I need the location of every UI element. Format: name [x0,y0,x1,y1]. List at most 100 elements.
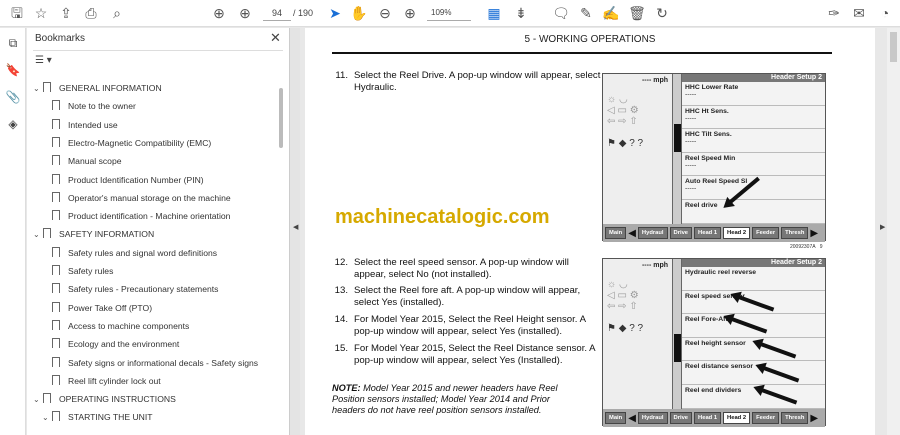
tab-feeder[interactable]: Feeder [752,227,780,239]
scrollbar-thumb[interactable] [674,334,681,362]
chevron-down-icon[interactable]: ⌄ [42,409,52,427]
tab-head-1[interactable]: Head 1 [694,412,722,424]
tab-drive[interactable]: Drive [669,412,693,424]
select-cursor-icon[interactable]: ➤ [326,4,344,22]
bookmark-item[interactable]: ⌄ STARTING THE UNIT [42,408,153,426]
bookmark-flag-icon [52,283,60,294]
zoom-in-icon[interactable]: ⊕ [401,4,419,22]
setting-row[interactable]: HHC Tilt Sens. ----- [682,129,825,153]
chevron-down-icon[interactable]: ⌄ [33,391,43,409]
bookmark-item[interactable]: Product Identification Number (PIN) [42,171,204,189]
bookmark-label: SAFETY INFORMATION [59,229,155,240]
bookmark-item[interactable]: ⌄ OPERATING INSTRUCTIONS [33,390,176,408]
save-icon[interactable]: 🖫 [8,4,26,22]
tab-head-2[interactable]: Head 2 [723,227,751,239]
setting-row[interactable]: HHC Lower Rate ----- [682,82,825,106]
setting-row[interactable]: Reel drive [682,200,825,224]
rotate-icon[interactable]: ↻ [653,4,671,22]
list-scrollbar[interactable] [673,74,682,224]
tab-hydraul[interactable]: Hydraul [637,227,668,239]
scrollbar-thumb[interactable] [674,124,681,152]
expand-right-arrow-icon[interactable]: ▶ [880,223,885,231]
speed-readout: ---- mph [641,77,668,84]
setting-value: ----- [685,114,697,122]
tab-head-1[interactable]: Head 1 [694,227,722,239]
setting-label: HHC Tilt Sens. [685,131,732,139]
bookmark-star-icon[interactable]: ☆ [32,4,50,22]
bookmark-item[interactable]: ⌄ GENERAL INFORMATION [33,79,162,97]
setting-row[interactable]: Reel Speed Min ----- [682,153,825,177]
bookmark-item[interactable]: Electro-Magnetic Compatibility (EMC) [42,134,211,152]
zoom-out-icon[interactable]: ⊖ [376,4,394,22]
panel-scrollbar[interactable] [279,88,283,148]
tab-hydraul[interactable]: Hydraul [637,412,668,424]
tab-left-arrow-icon[interactable]: ◀ [628,413,636,424]
delete-icon[interactable]: 🗑 [628,4,646,22]
bookmark-item[interactable]: Safety signs or informational decals - S… [42,354,258,372]
comment-icon[interactable]: 🗨 [552,4,570,22]
scrollbar-thumb[interactable] [890,32,897,62]
tab-thresh[interactable]: Thresh [781,412,809,424]
tab-main[interactable]: Main [605,412,627,424]
page-number-input[interactable]: 94 [263,5,291,21]
tab-head-2[interactable]: Head 2 [723,412,751,424]
bookmark-item[interactable]: Ecology and the environment [42,335,179,353]
bookmark-item[interactable]: Safety rules - Precautionary statements [42,280,218,298]
scroll-mode-icon[interactable]: ⇟ [512,4,530,22]
bookmark-item[interactable]: Product identification - Machine orienta… [42,207,230,225]
setting-row[interactable]: Hydraulic reel reverse [682,267,825,291]
bookmark-item[interactable]: Manual scope [42,152,122,170]
bookmark-item[interactable]: Operator's manual storage on the machine [42,189,231,207]
tab-left-arrow-icon[interactable]: ◀ [628,228,636,239]
chevron-down-icon[interactable]: ⌄ [33,226,43,244]
tab-feeder[interactable]: Feeder [752,412,780,424]
fill-sign-icon[interactable]: ✑ [825,4,843,22]
upload-cloud-icon[interactable]: ⇪ [57,4,75,22]
print-icon[interactable]: ⎙ [82,4,100,22]
pen-icon[interactable]: ✎ [577,4,595,22]
bookmark-item[interactable]: Reel lift cylinder lock out [42,372,161,390]
setting-value: ----- [685,138,697,146]
tab-right-arrow-icon[interactable]: ▶ [810,228,818,239]
sign-icon[interactable]: ✍ [602,4,620,22]
setting-row[interactable]: HHC Ht Sens. ----- [682,106,825,130]
step-number: 13. [334,285,348,296]
layers-icon[interactable]: ◈ [5,117,21,133]
collapse-arrow-icon[interactable]: ◀ [293,223,298,231]
bookmark-item[interactable]: Intended use [42,116,118,134]
next-page-icon[interactable]: ⊕ [236,4,254,22]
bookmark-flag-icon [52,118,60,129]
previous-page-icon[interactable]: ⊕ [210,4,228,22]
page-thumbnails-icon[interactable]: ⧉ [5,36,21,52]
bookmark-options-icon[interactable]: ☰ ▾ [35,55,52,66]
tab-main[interactable]: Main [605,227,627,239]
attachments-icon[interactable]: 📎 [5,90,21,106]
tab-drive[interactable]: Drive [669,227,693,239]
hand-tool-icon[interactable]: ✋ [350,4,368,22]
bookmark-item[interactable]: ⌄ SAFETY INFORMATION [33,225,154,243]
zoom-select[interactable]: 109% [427,5,471,21]
search-icon[interactable]: ⌕ [108,4,126,22]
bookmark-item[interactable]: Power Take Off (PTO) [42,299,152,317]
account-icon[interactable]: ◔ [876,4,894,22]
tab-thresh[interactable]: Thresh [781,227,809,239]
panel-splitter[interactable]: ◀ [289,28,300,435]
bookmark-item[interactable]: Note to the owner [42,97,136,115]
bookmarks-icon[interactable]: 🔖 [5,63,21,79]
tab-right-arrow-icon[interactable]: ▶ [810,413,818,424]
list-scrollbar[interactable] [673,259,682,409]
setting-label: HHC Lower Rate [685,84,739,91]
bookmark-flag-icon [52,136,60,147]
fit-page-icon[interactable]: ▦ [485,4,503,22]
step-number: 12. [334,257,348,268]
close-icon[interactable]: ✕ [270,30,281,46]
bookmark-item[interactable]: Access to machine components [42,317,189,335]
figure-id: 20092307A [790,244,816,250]
setting-row[interactable]: Reel distance sensor [682,361,825,385]
chevron-down-icon[interactable]: ⌄ [33,80,43,98]
bookmark-item[interactable]: Safety rules and signal word definitions [42,244,217,262]
bookmark-item[interactable]: Safety rules [42,262,113,280]
bookmark-label: Manual scope [68,156,122,167]
document-scrollbar[interactable] [887,28,900,435]
email-icon[interactable]: ✉ [850,4,868,22]
